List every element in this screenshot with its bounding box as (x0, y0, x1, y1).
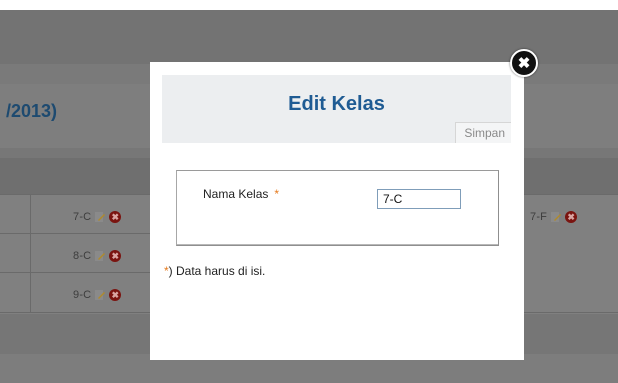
edit-pencil-icon[interactable] (550, 211, 562, 223)
grid-line (0, 233, 150, 234)
edit-pencil-icon[interactable] (94, 250, 106, 262)
class-label: 9-C (73, 289, 92, 301)
edit-pencil-icon[interactable] (94, 211, 106, 223)
edit-pencil-icon[interactable] (94, 289, 106, 301)
class-name-label-text: Nama Kelas (203, 187, 269, 201)
edit-class-dialog: Edit Kelas Simpan Nama Kelas * *) Data ha… (150, 62, 524, 360)
required-note-text: ) Data harus di isi. (168, 264, 266, 278)
class-name-input[interactable] (377, 189, 461, 209)
class-label: 7-C (73, 211, 92, 223)
class-name-label: Nama Kelas * (203, 187, 279, 201)
class-cell-7f: 7-F ✖ (530, 208, 578, 226)
close-icon[interactable]: ✖ (510, 49, 538, 77)
class-label: 7-F (530, 211, 548, 223)
class-cell-7c: 7-C ✖ (73, 208, 122, 226)
class-cell-9c: 9-C ✖ (73, 286, 122, 304)
dialog-header: Edit Kelas Simpan (162, 75, 511, 143)
page-title-fragment: /2013) (6, 101, 58, 121)
save-button[interactable]: Simpan (455, 122, 511, 143)
required-note: *) Data harus di isi. (164, 264, 265, 278)
bg-band (0, 0, 618, 10)
grid-line (30, 194, 31, 312)
dialog-title: Edit Kelas (288, 93, 385, 115)
grid-line (0, 272, 150, 273)
form-fieldset: Nama Kelas * (176, 170, 499, 246)
class-label: 8-C (73, 250, 92, 262)
delete-icon[interactable]: ✖ (109, 250, 122, 262)
class-cell-8c: 8-C ✖ (73, 247, 122, 265)
delete-icon[interactable]: ✖ (109, 211, 122, 223)
required-mark: * (274, 187, 280, 201)
delete-icon[interactable]: ✖ (109, 289, 122, 301)
delete-icon[interactable]: ✖ (565, 211, 578, 223)
